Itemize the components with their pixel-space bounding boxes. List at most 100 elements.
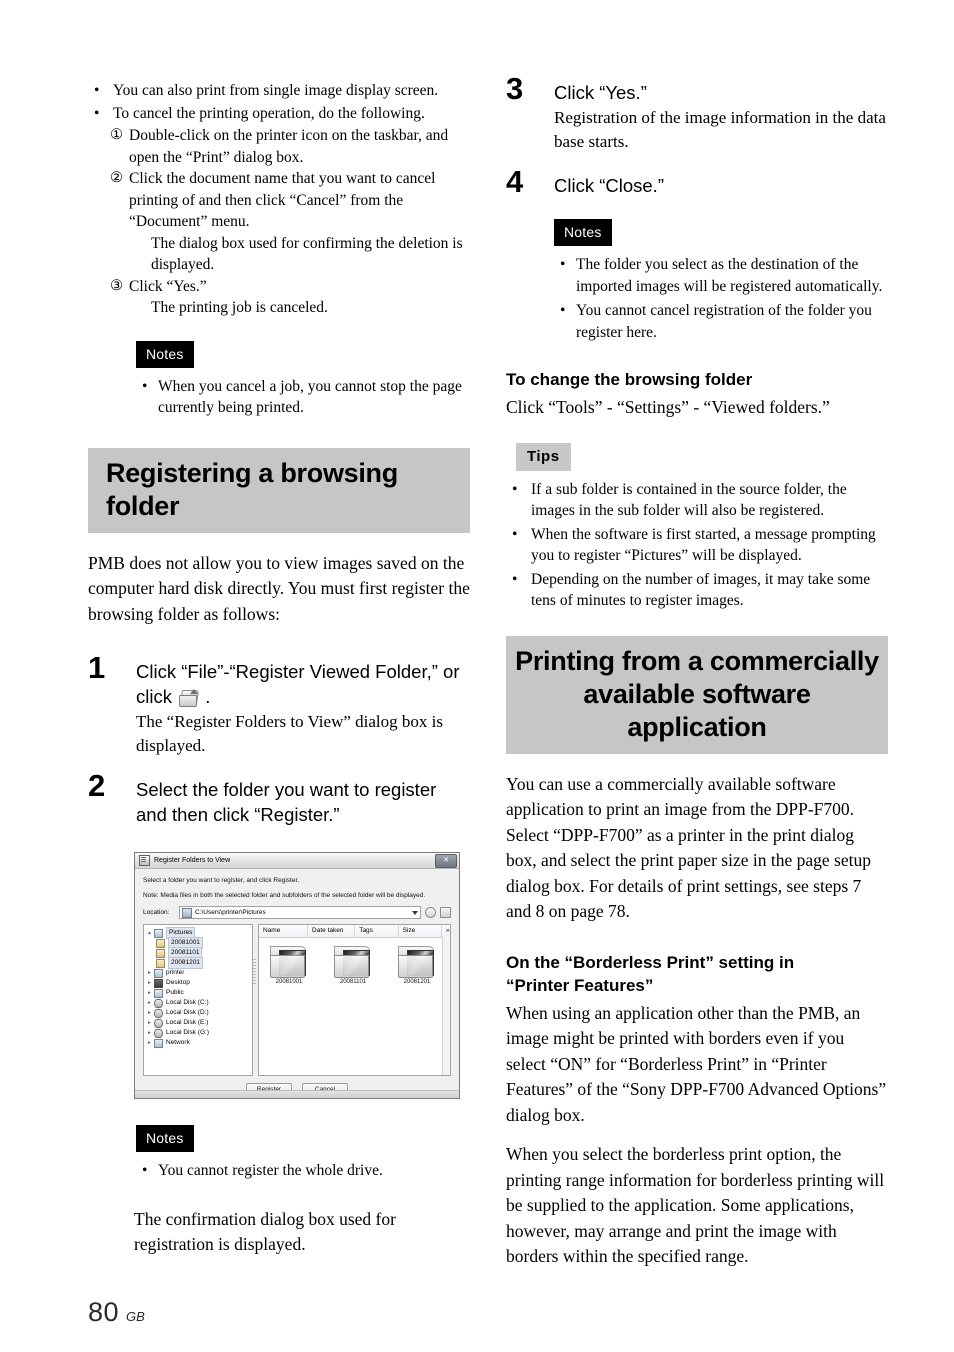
thumbnail-caption: 20081101 [339, 979, 367, 985]
tree-item-label: Public [166, 989, 184, 996]
circled-number-3: ③ [110, 277, 123, 294]
circled-number-2: ② [110, 170, 123, 186]
bullet-dot: • [512, 480, 518, 498]
folder-icon [156, 948, 165, 958]
new-folder-icon[interactable] [440, 907, 451, 918]
drive-icon [154, 1018, 163, 1028]
tree-item-label: Network [166, 1039, 190, 1046]
thumbnail-item[interactable]: 20081101 [333, 946, 373, 985]
folder-tree[interactable]: ▴ Pictures 20081001 20081101 20081201 ▸ … [143, 924, 253, 1076]
folder-thumbnail-icon [398, 946, 436, 978]
list-item: ③ Click “Yes.” [110, 276, 470, 298]
thumbnail-grid: 20081001 20081101 20081201 [259, 938, 450, 985]
step-title: Click “Close.” [554, 175, 664, 196]
tree-item-label: Local Disk (D:) [166, 1009, 209, 1016]
section-heading-registering: Registering a browsing folder [88, 447, 470, 533]
location-combobox[interactable]: C:\Users\printer\Pictures [179, 906, 421, 919]
thumbnail-caption: 20081201 [403, 979, 431, 985]
folder-thumbnail-icon [334, 946, 372, 978]
vertical-scrollbar[interactable] [442, 937, 450, 1075]
notes-badge: Notes [136, 1125, 194, 1152]
folder-shield-icon [182, 907, 192, 918]
bullet-text: To cancel the printing operation, do the… [113, 104, 425, 122]
public-icon [154, 988, 163, 998]
column-header-date-taken[interactable]: Date taken [308, 925, 356, 937]
location-label: Location: [143, 909, 170, 916]
tree-item-20081201[interactable]: 20081201 [146, 957, 250, 969]
step-1: 1 Click “File”-“Register Viewed Folder,”… [88, 652, 470, 758]
tree-item-local-disk-g[interactable]: ▸ Local Disk (G:) [146, 1028, 250, 1038]
section-heading-line-2: available software application [583, 678, 811, 742]
tree-item-local-disk-d[interactable]: ▸ Local Disk (D:) [146, 1008, 250, 1018]
bullet-dot: • [94, 104, 100, 122]
subheading-change-browsing-folder: To change the browsing folder [506, 370, 753, 389]
tree-item-local-disk-e[interactable]: ▸ Local Disk (E:) [146, 1018, 250, 1028]
thumbnail-item[interactable]: 20081001 [269, 946, 309, 985]
dialog-instruction-1: Select a folder you want to register, an… [143, 877, 300, 884]
column-header-tags[interactable]: Tags [355, 925, 399, 937]
folder-icon [156, 938, 165, 948]
left-column: • You can also print from single image d… [88, 80, 470, 1272]
dialog-titlebar: Register Folders to View ✕ [135, 853, 459, 869]
chevron-down-icon[interactable] [412, 910, 418, 915]
location-row: Location: C:\Users\printer\Pictures [143, 906, 451, 919]
step-title: Select the folder you want to register a… [136, 779, 437, 825]
thumbnail-item[interactable]: 20081201 [397, 946, 437, 985]
notes-badge: Notes [554, 219, 612, 246]
list-item: • When the software is first started, a … [506, 524, 888, 567]
tip-text: If a sub folder is contained in the sour… [531, 480, 847, 520]
desktop-icon [154, 978, 163, 988]
manual-page: • You can also print from single image d… [0, 0, 954, 1352]
cancel-printing-steps: ① Double-click on the printer icon on th… [110, 125, 470, 319]
step-text: Click the document name that you want to… [129, 170, 436, 230]
tree-item-local-disk-c[interactable]: ▸ Local Disk (C:) [146, 998, 250, 1008]
column-overflow-icon[interactable]: » [442, 925, 450, 937]
network-icon [154, 1038, 163, 1048]
closing-paragraph: The confirmation dialog box used for reg… [134, 1208, 396, 1255]
step-2: 2 Select the folder you want to register… [88, 770, 470, 827]
tree-item-desktop[interactable]: ▸ Desktop [146, 978, 250, 988]
step-note: The dialog box used for confirming the d… [151, 234, 463, 274]
notes-list: • When you cancel a job, you cannot stop… [136, 376, 470, 419]
notes-block-cancel: Notes • When you cancel a job, you canno… [136, 340, 470, 419]
subheading-line-1: On the “Borderless Print” setting in [506, 952, 795, 972]
list-item: • The folder you select as the destinati… [554, 254, 888, 297]
tips-list: • If a sub folder is contained in the so… [506, 479, 888, 612]
notes-block-register: Notes • You cannot register the whole dr… [136, 1125, 470, 1182]
step-title: Click “File”-“Register Viewed Folder,” o… [136, 659, 470, 709]
bullet-dot: • [512, 525, 518, 543]
page-footer: 80 GB [88, 1299, 145, 1326]
tree-item-network[interactable]: ▸ Network [146, 1038, 250, 1048]
close-icon[interactable]: ✕ [435, 853, 457, 868]
region-code: GB [126, 1309, 145, 1324]
list-item: ② Click the document name that you want … [110, 168, 470, 233]
step-number: 3 [506, 71, 524, 106]
bullet-dot: • [142, 1162, 148, 1179]
tips-badge: Tips [516, 442, 571, 471]
tips-block: Tips • If a sub folder is contained in t… [512, 442, 888, 612]
pane-splitter[interactable] [253, 959, 256, 985]
subheading-line-2: “Printer Features” [506, 975, 654, 995]
step-4: 4 Click “Close.” [506, 166, 888, 198]
bullet-dot: • [560, 256, 566, 273]
refresh-icon[interactable] [425, 907, 436, 918]
step-note: The printing job is canceled. [151, 299, 328, 316]
step-text: Double-click on the printer icon on the … [129, 127, 449, 166]
notes-list: • The folder you select as the destinati… [554, 254, 888, 343]
tip-text: Depending on the number of images, it ma… [531, 570, 871, 610]
column-header-name[interactable]: Name [259, 925, 309, 937]
tree-item-printer[interactable]: ▸ printer [146, 968, 250, 978]
file-list-pane[interactable]: Name Date taken Tags Size » 20081001 200… [258, 924, 451, 1076]
tree-item-public[interactable]: ▸ Public [146, 988, 250, 998]
folder-thumbnail-icon [270, 946, 308, 978]
pictures-icon [154, 928, 163, 938]
list-item: ① Double-click on the printer icon on th… [110, 125, 470, 168]
list-item: • To cancel the printing operation, do t… [88, 103, 470, 125]
register-folders-dialog[interactable]: Register Folders to View ✕ Select a fold… [134, 852, 460, 1099]
step-3: 3 Click “Yes.” Registration of the image… [506, 73, 888, 154]
bullet-dot: • [512, 570, 518, 588]
folder-icon [156, 958, 165, 968]
column-header-size[interactable]: Size [399, 925, 442, 937]
step-description: Registration of the image information in… [554, 108, 886, 151]
subheading-borderless-print: On the “Borderless Print” setting in “Pr… [506, 951, 888, 997]
